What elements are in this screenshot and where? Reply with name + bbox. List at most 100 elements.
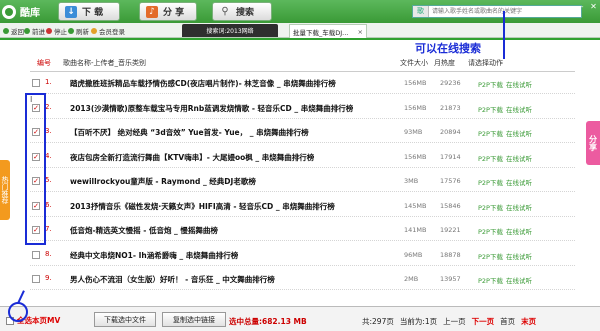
header-size: 文件大小 bbox=[400, 59, 428, 67]
refresh-icon bbox=[68, 27, 74, 34]
row-checkbox[interactable] bbox=[32, 250, 40, 259]
stop-icon bbox=[46, 27, 52, 34]
file-size: 3MB bbox=[404, 177, 419, 185]
tab-search-word[interactable]: 搜索词:2013网络 bbox=[182, 24, 278, 37]
stop-button[interactable]: 停止 bbox=[46, 25, 67, 36]
file-size: 156MB bbox=[404, 79, 427, 87]
stop-label: 停止 bbox=[54, 27, 67, 36]
monthly-heat: 15846 bbox=[440, 201, 461, 210]
annotation-circle bbox=[8, 302, 28, 322]
online-listen-link[interactable]: 在线试听 bbox=[506, 177, 532, 187]
p2p-download-link[interactable]: P2P下载 bbox=[478, 153, 503, 163]
online-listen-link[interactable]: 在线试听 bbox=[506, 275, 532, 285]
song-title[interactable]: 男人伤心不流泪（女生版）好听！ - 音乐狂 _ 中文舞曲排行榜 bbox=[70, 274, 275, 285]
song-title[interactable]: 踏虎撒胜班拆精品车载抒情伤感CD(夜店唱片制作)- 林芝音像 _ 串烧舞曲排行榜 bbox=[70, 78, 336, 89]
online-listen-link[interactable]: 在线试听 bbox=[506, 226, 532, 236]
last-page-link[interactable]: 末页 bbox=[521, 316, 536, 327]
share-side-tab[interactable]: 分享 bbox=[586, 121, 600, 165]
row-index: 5. bbox=[45, 176, 52, 184]
song-title[interactable]: 【百听不厌】 绝对经典 “3d音效” Yue首发- Yue， _ 串烧舞曲排行榜 bbox=[70, 127, 309, 138]
row-index: 2. bbox=[45, 102, 52, 111]
download-selected-button[interactable]: 下载选中文件 bbox=[94, 312, 156, 327]
refresh-label: 刷新 bbox=[76, 27, 89, 36]
header-plays: 月热度 bbox=[434, 59, 455, 67]
file-size: 156MB bbox=[404, 152, 427, 161]
forward-icon bbox=[24, 27, 30, 34]
file-size: 2MB bbox=[404, 275, 419, 283]
p2p-download-link[interactable]: P2P下载 bbox=[478, 177, 503, 187]
table-row[interactable]: ✓ 5. wewillrockyou童声版 - Raymond _ 经典DJ老歌榜 3… bbox=[30, 171, 575, 192]
member-login-button[interactable]: 会员登录 bbox=[91, 25, 125, 36]
p2p-download-link[interactable]: P2P下载 bbox=[478, 202, 503, 212]
song-title[interactable]: 经典中文串烧NO1- Ih涵希爵嗨 _ 串烧舞曲排行榜 bbox=[70, 250, 238, 261]
p2p-download-link[interactable]: P2P下载 bbox=[478, 79, 503, 89]
monthly-heat: 20894 bbox=[440, 128, 461, 136]
app-logo: 酷库 bbox=[2, 2, 54, 21]
tab-batch-download[interactable]: 批量下载_车载DJ... × bbox=[289, 24, 367, 38]
download-nav-button[interactable]: ↓ 下 载 bbox=[58, 2, 120, 21]
member-icon bbox=[91, 27, 97, 34]
table-row[interactable]: 1. 踏虎撒胜班拆精品车载抒情伤感CD(夜店唱片制作)- 林芝音像 _ 串烧舞曲排… bbox=[30, 73, 575, 94]
online-listen-link[interactable]: 在线试听 bbox=[506, 128, 532, 138]
file-size: 93MB bbox=[404, 128, 423, 136]
copy-links-button[interactable]: 复制选中链接 bbox=[162, 312, 226, 327]
table-header: 编号 歌曲名称-上传者_音乐类别 文件大小 月热度 请选择动作 bbox=[30, 55, 582, 71]
table-row[interactable]: ✓ 4. 夜店包房全新打造流行舞曲【KTV嗨串】- 大尾嫚oo枫 _ 串烧舞曲排行榜… bbox=[30, 147, 575, 168]
p2p-download-link[interactable]: P2P下载 bbox=[478, 275, 503, 285]
monthly-heat: 13957 bbox=[440, 275, 461, 283]
search-icon: ⚲ bbox=[221, 5, 229, 17]
file-size: 141MB bbox=[404, 226, 427, 234]
row-checkbox[interactable] bbox=[32, 79, 40, 87]
share-nav-button[interactable]: ♪ 分 享 bbox=[139, 2, 197, 21]
table-row[interactable]: 8. 经典中文串烧NO1- Ih涵希爵嗨 _ 串烧舞曲排行榜 96MB 18878 P2… bbox=[30, 245, 575, 266]
monthly-heat: 17576 bbox=[440, 177, 461, 185]
header-title: 歌曲名称-上传者_音乐类别 bbox=[63, 59, 147, 67]
file-size: 156MB bbox=[404, 103, 427, 112]
close-tab-icon[interactable]: × bbox=[358, 28, 363, 36]
song-title[interactable]: wewillrockyou童声版 - Raymond _ 经典DJ老歌榜 bbox=[70, 176, 256, 187]
song-title[interactable]: 低音炮-精选英文慢摇 - 低音炮 _ 慢摇舞曲榜 bbox=[70, 225, 218, 236]
minimize-icon[interactable]: – bbox=[577, 2, 586, 11]
online-listen-link[interactable]: 在线试听 bbox=[506, 104, 532, 114]
song-title[interactable]: 2013抒情音乐《磁性发烧·天籁女声》HIFI高清 - 轻音乐CD _ 串烧舞曲… bbox=[70, 201, 335, 212]
forward-button[interactable]: 前进 bbox=[24, 25, 45, 36]
share-nav-label: 分 享 bbox=[163, 8, 185, 18]
table-row[interactable]: ✓ 6. 2013抒情音乐《磁性发烧·天籁女声》HIFI高清 - 轻音乐CD _ 串… bbox=[30, 196, 575, 217]
selection-highlight bbox=[25, 93, 46, 245]
search-box: 歌 bbox=[412, 5, 582, 18]
row-checkbox[interactable] bbox=[32, 275, 40, 283]
close-icon[interactable]: ✕ bbox=[589, 2, 598, 11]
p2p-download-link[interactable]: P2P下载 bbox=[478, 128, 503, 138]
prev-page-link[interactable]: 上一页 bbox=[443, 316, 466, 327]
logo-icon bbox=[2, 4, 16, 19]
download-icon: ↓ bbox=[65, 5, 77, 18]
table-row[interactable]: ✓ 2. 2013(沙漠情歌)原整车载宝马专用Rnb蓝调发烧情歌 - 轻音乐CD _… bbox=[30, 98, 575, 119]
search-nav-button[interactable]: ⚲ 搜索 bbox=[212, 2, 272, 21]
file-size: 96MB bbox=[404, 250, 423, 259]
p2p-download-link[interactable]: P2P下载 bbox=[478, 226, 503, 236]
online-listen-link[interactable]: 在线试听 bbox=[506, 153, 532, 163]
p2p-download-link[interactable]: P2P下载 bbox=[478, 104, 503, 114]
header-divider bbox=[30, 71, 575, 72]
hot-recommend-tab[interactable]: 热门推荐 bbox=[0, 160, 10, 220]
refresh-button[interactable]: 刷新 bbox=[68, 25, 89, 36]
row-index: 6. bbox=[45, 200, 52, 209]
selected-total-size: 选中总量:682.13 MB bbox=[229, 317, 307, 326]
header-actions: 请选择动作 bbox=[468, 59, 503, 67]
table-row[interactable]: ✓ 7. 低音炮-精选英文慢摇 - 低音炮 _ 慢摇舞曲榜 141MB 19221 P2P… bbox=[30, 220, 575, 241]
header-index[interactable]: 编号 bbox=[37, 58, 51, 68]
first-page-link[interactable]: 首页 bbox=[500, 316, 515, 327]
file-size: 145MB bbox=[404, 201, 427, 210]
back-button[interactable]: 返回 bbox=[3, 25, 24, 36]
table-row[interactable]: ✓ 3. 【百听不厌】 绝对经典 “3d音效” Yue首发- Yue， _ 串烧舞曲… bbox=[30, 122, 575, 143]
online-listen-link[interactable]: 在线试听 bbox=[506, 79, 532, 89]
search-type-select[interactable]: 歌 bbox=[413, 6, 429, 17]
online-listen-link[interactable]: 在线试听 bbox=[506, 251, 532, 261]
next-page-link[interactable]: 下一页 bbox=[472, 316, 495, 327]
song-title[interactable]: 2013(沙漠情歌)原整车载宝马专用Rnb蓝调发烧情歌 - 轻音乐CD _ 串烧… bbox=[70, 103, 353, 114]
back-icon bbox=[3, 27, 9, 34]
table-row[interactable]: 9. 男人伤心不流泪（女生版）好听！ - 音乐狂 _ 中文舞曲排行榜 2MB 1395… bbox=[30, 269, 575, 290]
song-title[interactable]: 夜店包房全新打造流行舞曲【KTV嗨串】- 大尾嫚oo枫 _ 串烧舞曲排行榜 bbox=[70, 152, 314, 163]
p2p-download-link[interactable]: P2P下载 bbox=[478, 251, 503, 261]
online-listen-link[interactable]: 在线试听 bbox=[506, 202, 532, 212]
